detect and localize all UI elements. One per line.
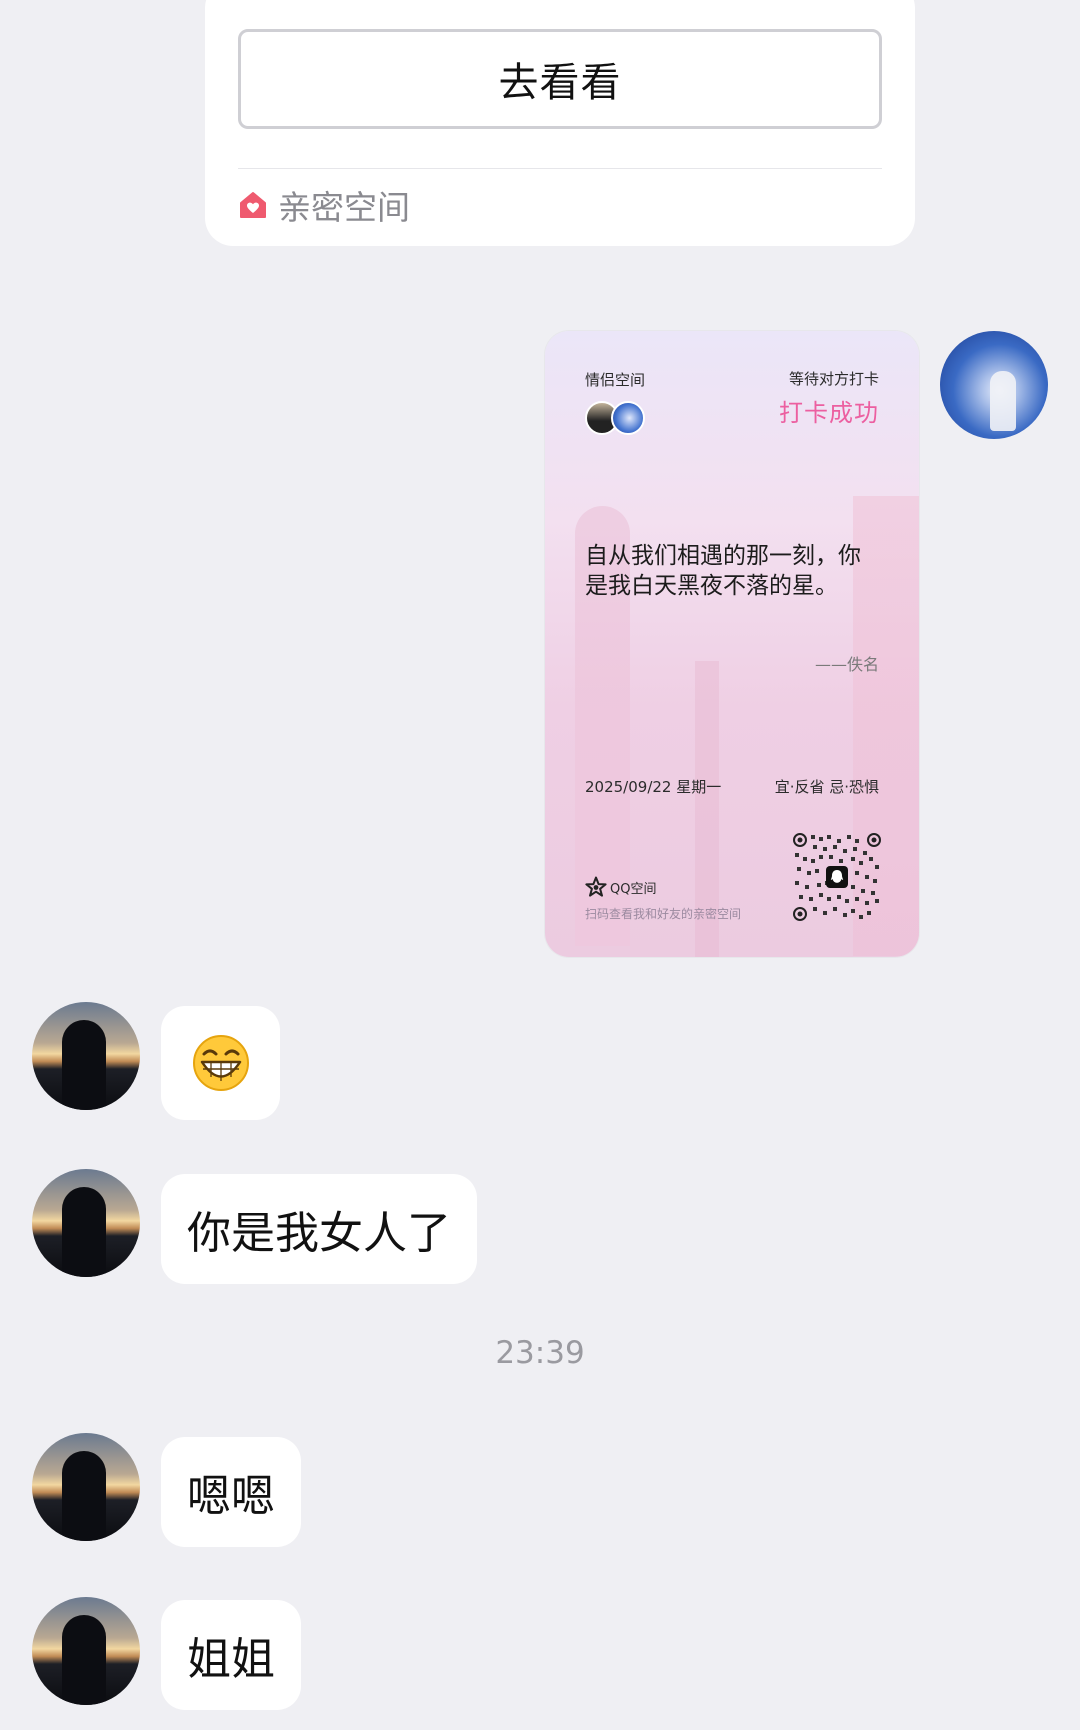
- message-timestamp: 23:39: [495, 1335, 585, 1371]
- waiting-label: 等待对方打卡: [788, 370, 879, 388]
- message-text: 嗯嗯: [187, 1471, 275, 1522]
- checkin-date: 2025/09/22 星期一: [585, 778, 722, 796]
- scan-tip: 扫码查看我和好友的亲密空间: [585, 907, 742, 921]
- card-source: 亲密空间: [238, 185, 410, 227]
- message-bubble-text[interactable]: 姐姐: [161, 1600, 301, 1710]
- go-look-button[interactable]: 去看看: [238, 29, 882, 129]
- message-bubble-emoji[interactable]: [161, 1006, 280, 1120]
- friend-avatar[interactable]: [32, 1597, 140, 1705]
- checkin-quote: 自从我们相遇的那一刻，你是我白天黑夜不落的星。: [585, 543, 861, 599]
- quote-author: ——佚名: [814, 655, 879, 674]
- friend-avatar[interactable]: [32, 1002, 140, 1110]
- message-text: 你是我女人了: [187, 1208, 451, 1259]
- qr-code-icon: [793, 833, 881, 921]
- message-bubble-text[interactable]: 嗯嗯: [161, 1437, 301, 1547]
- qzone-brand-label: QQ空间: [610, 881, 657, 897]
- qzone-brand: QQ空间: [585, 876, 656, 898]
- checkin-image-card[interactable]: 情侣空间 等待对方打卡 打卡成功 自从我们相遇的那一刻，你是我白天黑夜不落的星。…: [545, 331, 919, 957]
- grinning-face-icon: [192, 1035, 249, 1091]
- home-heart-icon: [240, 192, 266, 218]
- message-text: 姐姐: [187, 1634, 275, 1685]
- my-avatar[interactable]: [940, 331, 1048, 439]
- card-source-label: 亲密空间: [278, 188, 410, 227]
- couple-avatars: [585, 401, 649, 437]
- friend-avatar[interactable]: [32, 1433, 140, 1541]
- almanac-text: 宜·反省 忌·恐惧: [774, 778, 879, 796]
- checkin-status: 打卡成功: [779, 399, 879, 427]
- shared-link-card[interactable]: 去看看 亲密空间: [205, 0, 915, 246]
- mini-avatar-girl: [611, 401, 645, 435]
- qzone-star-icon: [585, 876, 607, 897]
- card-divider: [238, 168, 882, 169]
- couple-space-title: 情侣空间: [585, 371, 646, 389]
- message-bubble-text[interactable]: 你是我女人了: [161, 1174, 477, 1284]
- friend-avatar[interactable]: [32, 1169, 140, 1277]
